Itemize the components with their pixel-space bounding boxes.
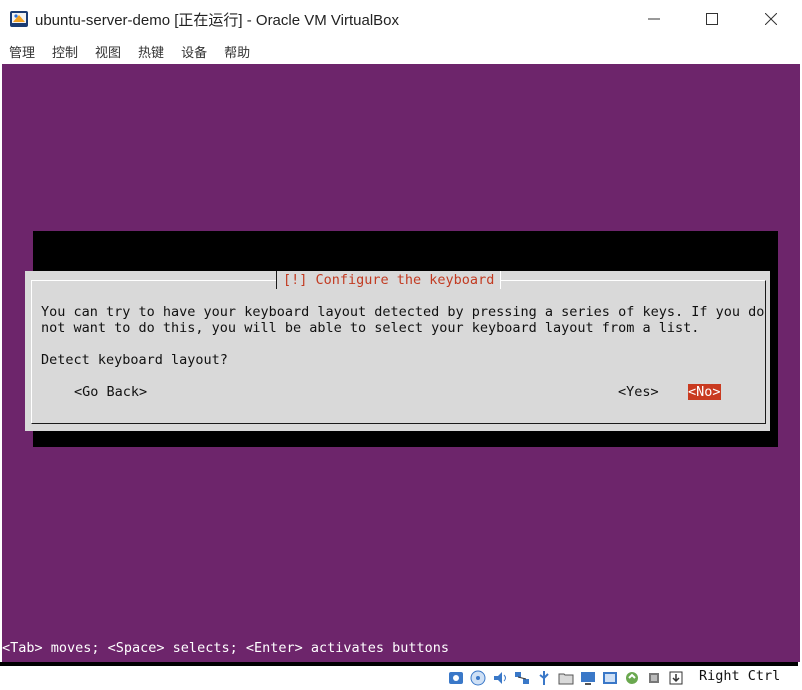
- dialog-title: [!] Configure the keyboard: [283, 272, 495, 288]
- yes-button[interactable]: <Yes>: [618, 384, 659, 400]
- maximize-button[interactable]: [683, 0, 741, 38]
- dialog-text-line-1: You can try to have your keyboard layout…: [41, 304, 765, 320]
- menu-bar: 管理 控制 视图 热键 设备 帮助: [0, 38, 802, 64]
- hard-disk-icon[interactable]: [446, 668, 466, 688]
- status-icons: [446, 666, 688, 690]
- cpu-activity-icon[interactable]: [644, 668, 664, 688]
- host-key-label: Right Ctrl: [699, 668, 781, 684]
- network-icon[interactable]: [512, 668, 532, 688]
- status-bar: [0, 662, 802, 690]
- menu-control[interactable]: 控制: [52, 42, 78, 61]
- menu-machine[interactable]: 管理: [9, 42, 35, 61]
- dialog-question: Detect keyboard layout?: [41, 352, 228, 368]
- virtualbox-app-icon: [10, 11, 28, 27]
- window-title: ubuntu-server-demo [正在运行] - Oracle VM Vi…: [35, 12, 400, 29]
- recording-icon[interactable]: [600, 668, 620, 688]
- display-icon[interactable]: [578, 668, 598, 688]
- mouse-integration-icon[interactable]: [622, 668, 642, 688]
- dialog-title-box: [!] Configure the keyboard: [276, 271, 502, 289]
- go-back-button[interactable]: <Go Back>: [74, 384, 147, 400]
- audio-icon[interactable]: [490, 668, 510, 688]
- configure-keyboard-dialog: [!] Configure the keyboard You can try t…: [25, 271, 770, 431]
- maximize-icon: [706, 13, 718, 25]
- close-button[interactable]: [742, 0, 800, 38]
- usb-icon[interactable]: [534, 668, 554, 688]
- menu-view[interactable]: 视图: [95, 42, 121, 61]
- close-icon: [765, 13, 777, 25]
- keyboard-capture-icon[interactable]: [666, 668, 686, 688]
- minimize-button[interactable]: [625, 0, 683, 38]
- no-button[interactable]: <No>: [688, 384, 721, 400]
- minimize-icon: [648, 18, 660, 20]
- menu-help[interactable]: 帮助: [224, 42, 250, 61]
- dialog-text-line-2: not want to do this, you will be able to…: [41, 320, 700, 336]
- virtualbox-window: ubuntu-server-demo [正在运行] - Oracle VM Vi…: [0, 0, 802, 690]
- shared-folders-icon[interactable]: [556, 668, 576, 688]
- optical-drive-icon[interactable]: [468, 668, 488, 688]
- vm-display[interactable]: [!] Configure the keyboard You can try t…: [2, 64, 800, 662]
- help-line: <Tab> moves; <Space> selects; <Enter> ac…: [2, 640, 450, 656]
- title-bar[interactable]: ubuntu-server-demo [正在运行] - Oracle VM Vi…: [0, 0, 802, 38]
- menu-hotkeys[interactable]: 热键: [138, 42, 164, 61]
- menu-devices[interactable]: 设备: [181, 42, 207, 61]
